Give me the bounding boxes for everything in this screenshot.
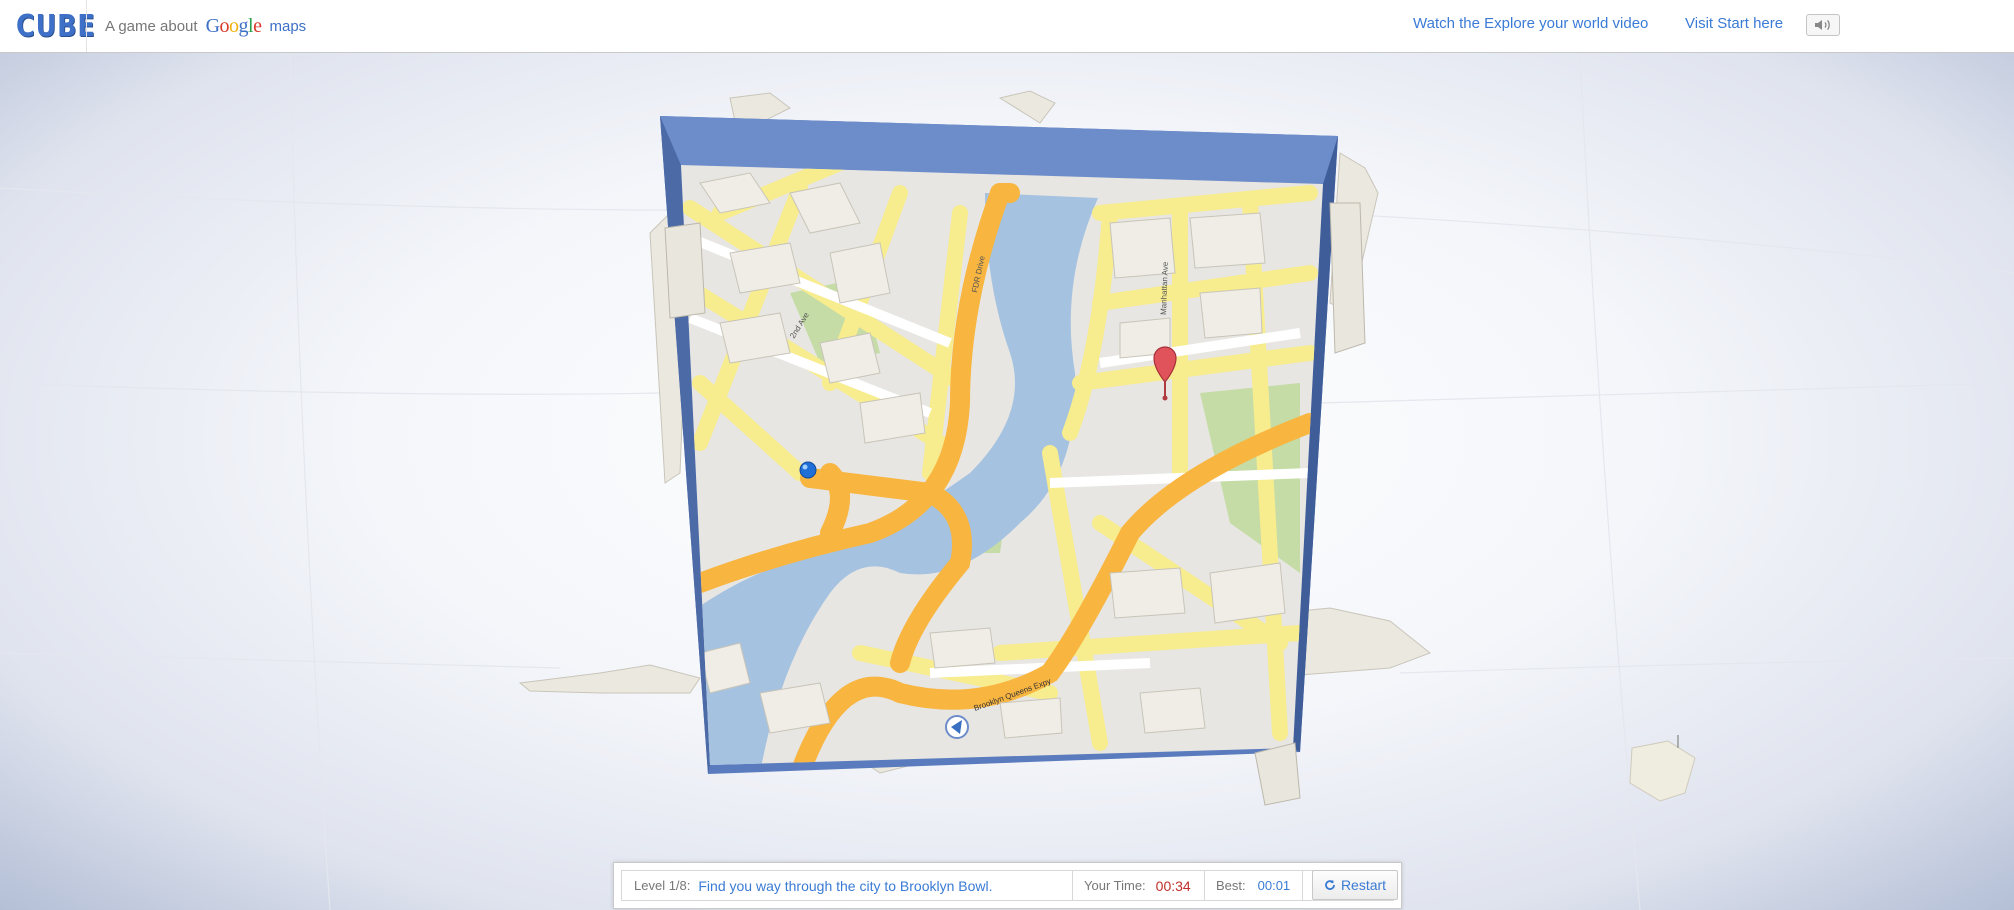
tagline: A game about Google maps — [105, 14, 306, 38]
best-value: 00:01 — [1257, 878, 1291, 893]
google-letter: e — [253, 14, 262, 37]
direction-arrow-icon[interactable] — [945, 715, 969, 739]
google-letter: g — [238, 14, 249, 37]
cube-logo[interactable]: CUBE — [16, 8, 96, 44]
hud-divider — [1072, 871, 1073, 900]
speaker-icon — [1815, 20, 1830, 30]
google-letter: G — [205, 14, 220, 37]
scene-canvas: FDR Drive 2nd Ave Manhattan Ave Brooklyn… — [0, 53, 2014, 910]
restart-button[interactable]: Restart — [1312, 870, 1398, 900]
sound-toggle-button[interactable] — [1806, 14, 1840, 36]
logo-divider — [86, 0, 87, 52]
google-word: Google — [206, 15, 262, 37]
level-label: Level 1/8: — [634, 878, 691, 893]
map-surface[interactable] — [660, 153, 1340, 773]
hud-divider — [1302, 871, 1303, 900]
best-label: Best: — [1216, 878, 1246, 893]
your-time-label: Your Time: — [1084, 878, 1146, 893]
google-letter: o — [219, 14, 230, 37]
maps-word: maps — [269, 17, 307, 35]
blue-ball-icon[interactable] — [799, 461, 817, 479]
your-time: Your Time: 00:34 — [1084, 871, 1191, 900]
refresh-icon — [1325, 879, 1335, 890]
street-label-manhattan-ave: Manhattan Ave — [1159, 261, 1170, 315]
hud-divider — [1204, 871, 1205, 900]
hud-panel: Level 1/8: Find you way through the city… — [621, 870, 1398, 901]
google-letter: o — [229, 14, 239, 37]
level-message: Find you way through the city to Brookly… — [698, 877, 993, 894]
game-hud: Level 1/8: Find you way through the city… — [613, 862, 1402, 909]
best-time: Best: 00:01 — [1216, 871, 1290, 900]
visit-start-here-link[interactable]: Visit Start here — [1685, 15, 1783, 32]
floating-block — [1629, 735, 1696, 802]
restart-label: Restart — [1340, 877, 1387, 893]
top-bar: CUBE A game about Google maps Watch the … — [0, 0, 2014, 53]
google-wordmark: Google — [206, 15, 262, 38]
tagline-prefix: A game about — [105, 17, 198, 35]
watch-video-link[interactable]: Watch the Explore your world video — [1413, 15, 1648, 32]
level-info: Level 1/8: Find you way through the city… — [634, 871, 993, 900]
your-time-value: 00:34 — [1155, 877, 1191, 894]
game-scene: FDR Drive 2nd Ave Manhattan Ave Brooklyn… — [0, 53, 2014, 910]
